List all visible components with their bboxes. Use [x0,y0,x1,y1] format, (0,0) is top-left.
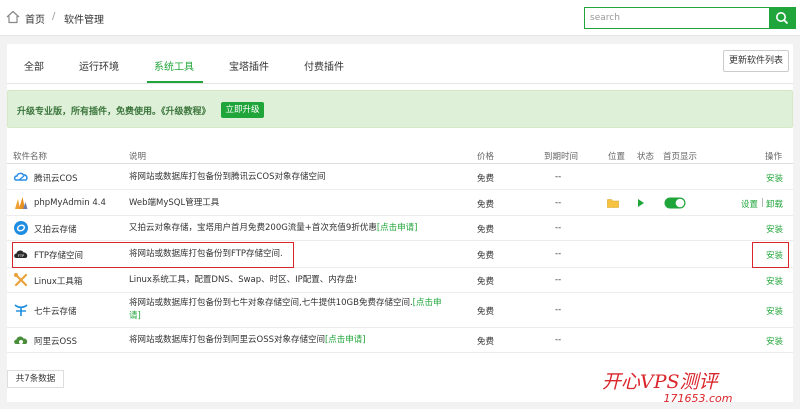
software-desc: 将网站或数据库打包备份到七牛对象存储空间,七牛提供10GB免费存储空间.[点击申… [129,297,441,323]
apply-link[interactable]: [点击申请] [325,335,366,345]
desc-text: 将网站或数据库打包备份到阿里云OSS对象存储空间 [129,335,325,345]
software-expire: -- [555,335,562,345]
category-tabs: 全部 运行环境 系统工具 宝塔插件 付费插件 更新软件列表 [7,44,793,84]
software-price: 免费 [477,225,495,235]
apply-link[interactable]: [点击申请] [377,223,418,233]
tab-paid-plugins[interactable]: 付费插件 [304,58,344,73]
col-expire: 到期时间 [544,152,579,162]
col-status: 状态 [637,152,655,162]
highlight-box-ftp [12,242,294,268]
desc-text: 将网站或数据库打包备份到七牛对象存储空间,七牛提供10GB免费存储空间. [129,298,413,308]
table-row: 又拍云存储 又拍云对象存储，宝塔用户首月免费200G流量+首次充值9折优惠[点击… [7,216,793,241]
software-panel: 全部 运行环境 系统工具 宝塔插件 付费插件 更新软件列表 升级专业版，所有插件… [7,44,793,402]
breadcrumb-separator: / [52,11,56,22]
table-row: 腾讯云COS 将网站或数据库打包备份到腾讯云COS对象存储空间 免费 -- 安装 [7,165,793,190]
total-count: 共7条数据 [7,370,64,388]
tab-all[interactable]: 全部 [24,58,44,73]
table-row: Linux工具箱 Linux系统工具，配置DNS、Swap、时区、IP配置、内存… [7,268,793,293]
software-price: 免费 [477,277,495,287]
folder-icon[interactable] [607,198,619,208]
col-home-show: 首页显示 [663,152,698,162]
install-button[interactable]: 安装 [766,275,783,287]
svg-text:171653.com: 171653.com [664,392,733,405]
tab-bt-plugins[interactable]: 宝塔插件 [229,58,269,73]
search-icon [776,12,789,25]
install-button[interactable]: 安装 [766,223,783,235]
upgrade-promo-banner: 升级专业版，所有插件，免费使用。《升级教程》 立即升级 [7,90,793,128]
promo-text: 升级专业版，所有插件，免费使用。《升级教程》 [17,107,211,117]
software-name: phpMyAdmin 4.4 [34,198,106,208]
linux-tools-icon [14,273,28,287]
software-expire: -- [555,223,562,233]
tab-system-tools[interactable]: 系统工具 [154,58,194,73]
software-expire: -- [555,249,562,259]
software-price: 免费 [477,200,495,210]
watermark-logo: 开心VPS测评 171653.com [602,371,733,405]
uninstall-link[interactable]: 卸载 [766,198,783,210]
phpmyadmin-icon [15,197,28,209]
software-name: 阿里云OSS [34,337,77,347]
table-header: 软件名称 说明 价格 到期时间 位置 状态 首页显示 操作 [7,146,793,164]
software-name: 腾讯云COS [34,174,78,184]
table-row: phpMyAdmin 4.4 Web端MySQL管理工具 免费 -- 设置 | … [7,190,793,216]
software-expire: -- [555,275,562,285]
home-display-toggle[interactable] [664,197,686,209]
home-icon[interactable] [6,10,20,24]
action-separator: | [761,198,764,208]
software-price: 免费 [477,337,495,347]
col-price: 价格 [477,152,495,162]
software-price: 免费 [477,307,495,317]
qiniu-icon [14,304,28,316]
table-row: 七牛云存储 将网站或数据库打包备份到七牛对象存储空间,七牛提供10GB免费存储空… [7,293,793,328]
search-box [584,7,796,29]
active-tab-indicator [147,81,203,83]
col-desc: 说明 [129,152,147,162]
search-input[interactable] [585,8,769,28]
col-name: 软件名称 [13,152,48,162]
svg-text:开心VPS测评: 开心VPS测评 [602,371,721,393]
highlight-box-install [752,242,789,268]
software-desc: Web端MySQL管理工具 [129,198,220,208]
col-action: 操作 [765,152,783,162]
upgrade-now-button[interactable]: 立即升级 [221,102,264,118]
software-name: 七牛云存储 [34,307,77,317]
breadcrumb-home[interactable]: 首页 [25,11,45,26]
software-desc: 又拍云对象存储，宝塔用户首月免费200G流量+首次充值9折优惠[点击申请] [129,222,417,235]
table-row: 阿里云OSS 将网站或数据库打包备份到阿里云OSS对象存储空间[点击申请] 免费… [7,328,793,353]
search-button[interactable] [769,8,795,28]
col-location: 位置 [608,152,626,162]
software-price: 免费 [477,174,495,184]
install-button[interactable]: 安装 [766,305,783,317]
apply-link-cont[interactable]: 请] [129,311,141,321]
software-desc: Linux系统工具，配置DNS、Swap、时区、IP配置、内存盘! [129,275,358,285]
install-button[interactable]: 安装 [766,172,783,184]
refresh-software-list-button[interactable]: 更新软件列表 [723,50,789,72]
software-expire: -- [555,198,562,208]
install-button[interactable]: 安装 [766,335,783,347]
software-expire: -- [555,305,562,315]
tab-runtime[interactable]: 运行环境 [79,58,119,73]
software-name: Linux工具箱 [34,277,83,287]
aliyun-oss-icon [14,336,28,344]
desc-text: 又拍云对象存储，宝塔用户首月免费200G流量+首次充值9折优惠 [129,223,377,233]
settings-link[interactable]: 设置 [741,198,758,210]
apply-link[interactable]: [点击申 [413,298,442,308]
software-desc: 将网站或数据库打包备份到阿里云OSS对象存储空间[点击申请] [129,334,366,347]
software-price: 免费 [477,251,495,261]
software-name: 又拍云存储 [34,225,77,235]
tencent-cloud-icon [13,172,28,181]
play-icon[interactable] [637,198,645,208]
software-desc: 将网站或数据库打包备份到腾讯云COS对象存储空间 [129,172,326,182]
upyun-icon [14,221,28,235]
software-expire: -- [555,172,562,182]
top-bar: 首页 / 软件管理 [0,0,800,36]
breadcrumb-current: 软件管理 [64,15,104,26]
